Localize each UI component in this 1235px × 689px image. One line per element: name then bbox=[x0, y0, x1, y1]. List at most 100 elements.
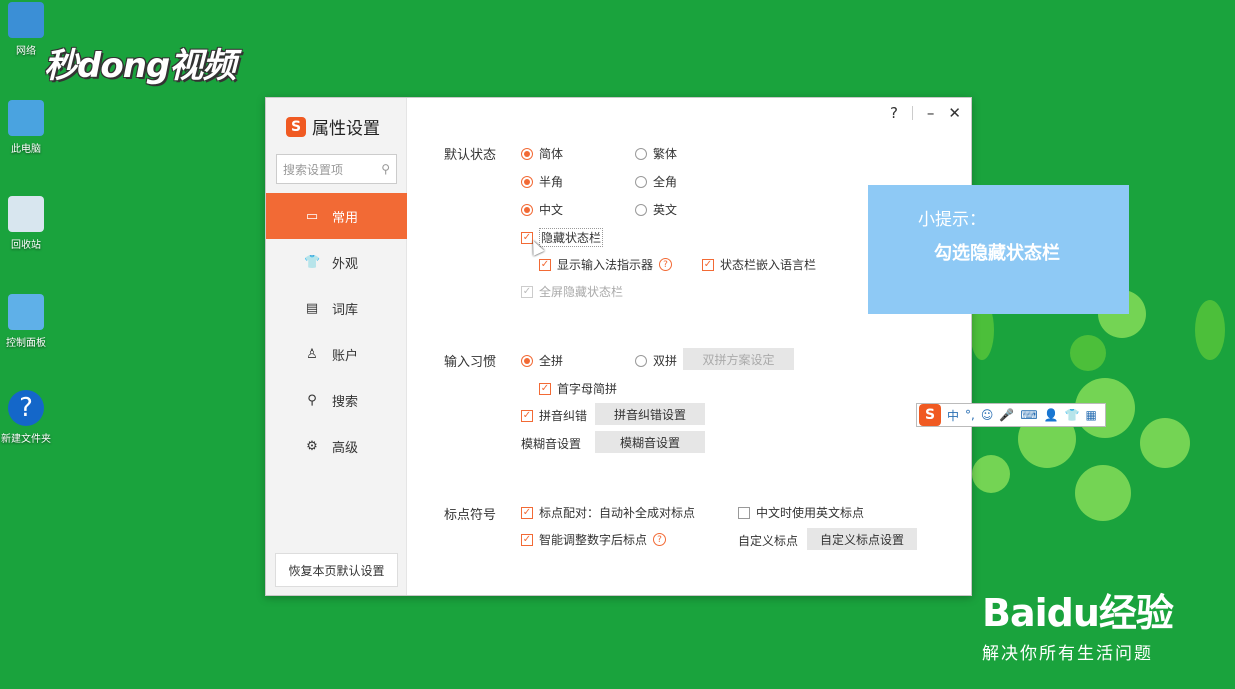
decor-bubble bbox=[1075, 465, 1131, 521]
computer-icon bbox=[8, 100, 44, 136]
desktop-icon-recycle-bin[interactable]: 回收站 bbox=[0, 196, 56, 251]
tip-text: 勾选隐藏状态栏 bbox=[934, 243, 1060, 264]
option-label: 双拼 bbox=[653, 354, 678, 368]
sidebar-item-label: 搜索 bbox=[332, 394, 359, 410]
search-placeholder: 搜索设置项 bbox=[283, 162, 344, 177]
checkbox-icon: ✓ bbox=[521, 506, 533, 519]
radio-full-pinyin[interactable]: 全拼 bbox=[521, 352, 563, 369]
desktop-icon-label: 此电脑 bbox=[11, 144, 41, 155]
shirt-icon: 👕 bbox=[304, 254, 321, 270]
sidebar-item-search[interactable]: ⚲ 搜索 bbox=[266, 377, 407, 423]
option-label: 标点配对：自动补全成对标点 bbox=[539, 506, 696, 520]
checkbox-icon: ✓ bbox=[521, 409, 533, 422]
checkbox-pinyin-correct[interactable]: ✓ 拼音纠错 bbox=[521, 407, 587, 424]
microphone-icon[interactable]: 🎤 bbox=[999, 408, 1014, 422]
radio-traditional[interactable]: 繁体 bbox=[635, 145, 677, 162]
sidebar-item-advanced[interactable]: ⚙ 高级 bbox=[266, 423, 407, 469]
user-icon[interactable]: 👤 bbox=[1044, 408, 1059, 422]
option-label: 中文 bbox=[539, 203, 564, 217]
sidebar-item-appearance[interactable]: 👕 外观 bbox=[266, 239, 407, 285]
window-controls: ? – ✕ bbox=[890, 104, 961, 122]
radio-english[interactable]: 英文 bbox=[635, 201, 677, 218]
sogou-logo-icon: S bbox=[286, 116, 306, 137]
desktop-icon-control-panel[interactable]: 控制面板 bbox=[0, 294, 56, 349]
checkbox-icon: ✓ bbox=[521, 533, 533, 546]
baidu-watermark: Baidu经验 解决你所有生活问题 bbox=[982, 582, 1174, 664]
sidebar-item-account[interactable]: ♙ 账户 bbox=[266, 331, 407, 377]
double-scheme-button[interactable]: 双拼方案设定 bbox=[683, 348, 794, 370]
emoji-icon[interactable]: ☺ bbox=[981, 408, 994, 422]
desktop-icon-label: 控制面板 bbox=[6, 338, 46, 349]
decor-bubble bbox=[972, 455, 1010, 493]
search-icon[interactable]: ⚲ bbox=[381, 162, 390, 176]
radio-icon bbox=[635, 147, 647, 160]
radio-double-pinyin[interactable]: 双拼 bbox=[635, 352, 677, 369]
radio-icon bbox=[521, 354, 533, 367]
checkbox-show-indicator[interactable]: ✓ 显示输入法指示器 ? bbox=[539, 256, 673, 273]
keyboard-icon[interactable]: ⌨ bbox=[1020, 408, 1037, 422]
restore-defaults-button[interactable]: 恢复本页默认设置 bbox=[275, 553, 398, 587]
checkbox-fullscreen-hide[interactable]: ✓ 全屏隐藏状态栏 bbox=[521, 283, 623, 300]
baidu-slogan: 解决你所有生活问题 bbox=[982, 644, 1153, 664]
checkbox-smart-adjust[interactable]: ✓ 智能调整数字后标点 ? bbox=[521, 531, 667, 548]
radio-icon bbox=[635, 203, 647, 216]
skin-icon[interactable]: 👕 bbox=[1065, 408, 1080, 422]
option-label: 首字母简拼 bbox=[557, 382, 618, 396]
custom-punct-label: 自定义标点 bbox=[738, 532, 798, 549]
desktop-icon-new-folder[interactable]: ? 新建文件夹 bbox=[0, 390, 56, 445]
pinyin-correct-settings-button[interactable]: 拼音纠错设置 bbox=[595, 403, 705, 425]
search-icon: ⚲ bbox=[307, 392, 317, 408]
option-label: 全拼 bbox=[539, 354, 564, 368]
question-icon: ? bbox=[8, 390, 44, 426]
radio-chinese[interactable]: 中文 bbox=[521, 201, 563, 218]
divider bbox=[911, 106, 913, 120]
checkbox-icon: ✓ bbox=[539, 382, 551, 395]
checkbox-embed-lang-bar[interactable]: ✓ 状态栏嵌入语言栏 bbox=[702, 256, 816, 273]
radio-half-width[interactable]: 半角 bbox=[521, 173, 563, 190]
section-label-default-state: 默认状态 bbox=[444, 148, 497, 163]
fuzzy-sound-settings-button[interactable]: 模糊音设置 bbox=[595, 431, 705, 453]
custom-punct-settings-button[interactable]: 自定义标点设置 bbox=[807, 528, 917, 550]
fuzzy-sound-label: 模糊音设置 bbox=[521, 435, 581, 452]
radio-full-width[interactable]: 全角 bbox=[635, 173, 677, 190]
option-label: 简体 bbox=[539, 147, 564, 161]
radio-icon bbox=[635, 175, 647, 188]
sidebar: S 属性设置 搜索设置项 ⚲ ▭ 常用 👕 外观 ▤ 词库 ♙ 账户 ⚲ 搜索 … bbox=[266, 98, 407, 595]
sidebar-item-label: 词库 bbox=[332, 302, 359, 318]
grid-menu-icon[interactable]: ▦ bbox=[1086, 408, 1097, 422]
radio-simplified[interactable]: 简体 bbox=[521, 145, 563, 162]
control-panel-icon bbox=[8, 294, 44, 330]
help-icon[interactable]: ? bbox=[659, 258, 673, 271]
desktop-icon-this-pc[interactable]: 此电脑 bbox=[0, 100, 56, 155]
help-icon[interactable]: ? bbox=[653, 533, 667, 546]
ime-mode-toggle[interactable]: 中 bbox=[947, 407, 959, 424]
option-label: 自定义标点 bbox=[738, 534, 799, 548]
sidebar-item-lexicon[interactable]: ▤ 词库 bbox=[266, 285, 407, 331]
sidebar-item-common[interactable]: ▭ 常用 bbox=[266, 193, 407, 239]
option-label: 模糊音设置 bbox=[521, 437, 582, 451]
video-watermark: 秒dong视频 bbox=[44, 46, 236, 86]
checkbox-initial-abbrev[interactable]: ✓ 首字母简拼 bbox=[539, 380, 617, 397]
network-icon bbox=[8, 2, 44, 38]
minimize-button[interactable]: – bbox=[927, 104, 935, 122]
checkbox-english-punct[interactable]: 中文时使用英文标点 bbox=[738, 504, 864, 521]
sogou-logo-icon[interactable]: S bbox=[919, 404, 941, 426]
settings-search-input[interactable]: 搜索设置项 ⚲ bbox=[276, 154, 397, 184]
option-label: 繁体 bbox=[653, 147, 678, 161]
sidebar-item-label: 常用 bbox=[332, 210, 359, 226]
checkbox-icon: ✓ bbox=[539, 258, 551, 271]
radio-icon bbox=[521, 147, 533, 160]
section-label-input-habit: 输入习惯 bbox=[444, 355, 497, 370]
decor-bubble bbox=[1070, 335, 1106, 371]
option-label: 状态栏嵌入语言栏 bbox=[720, 258, 817, 272]
monitor-icon: ▭ bbox=[305, 208, 319, 224]
ime-status-bar[interactable]: S 中 °, ☺ 🎤 ⌨ 👤 👕 ▦ bbox=[916, 403, 1106, 427]
option-label: 中文时使用英文标点 bbox=[756, 506, 865, 520]
close-button[interactable]: ✕ bbox=[948, 104, 961, 122]
help-icon[interactable]: ? bbox=[890, 104, 898, 122]
option-label: 显示输入法指示器 bbox=[557, 258, 654, 272]
checkbox-punct-pair[interactable]: ✓ 标点配对：自动补全成对标点 bbox=[521, 504, 695, 521]
recycle-bin-icon bbox=[8, 196, 44, 232]
sidebar-item-label: 高级 bbox=[332, 440, 359, 456]
punctuation-icon[interactable]: °, bbox=[965, 408, 975, 422]
